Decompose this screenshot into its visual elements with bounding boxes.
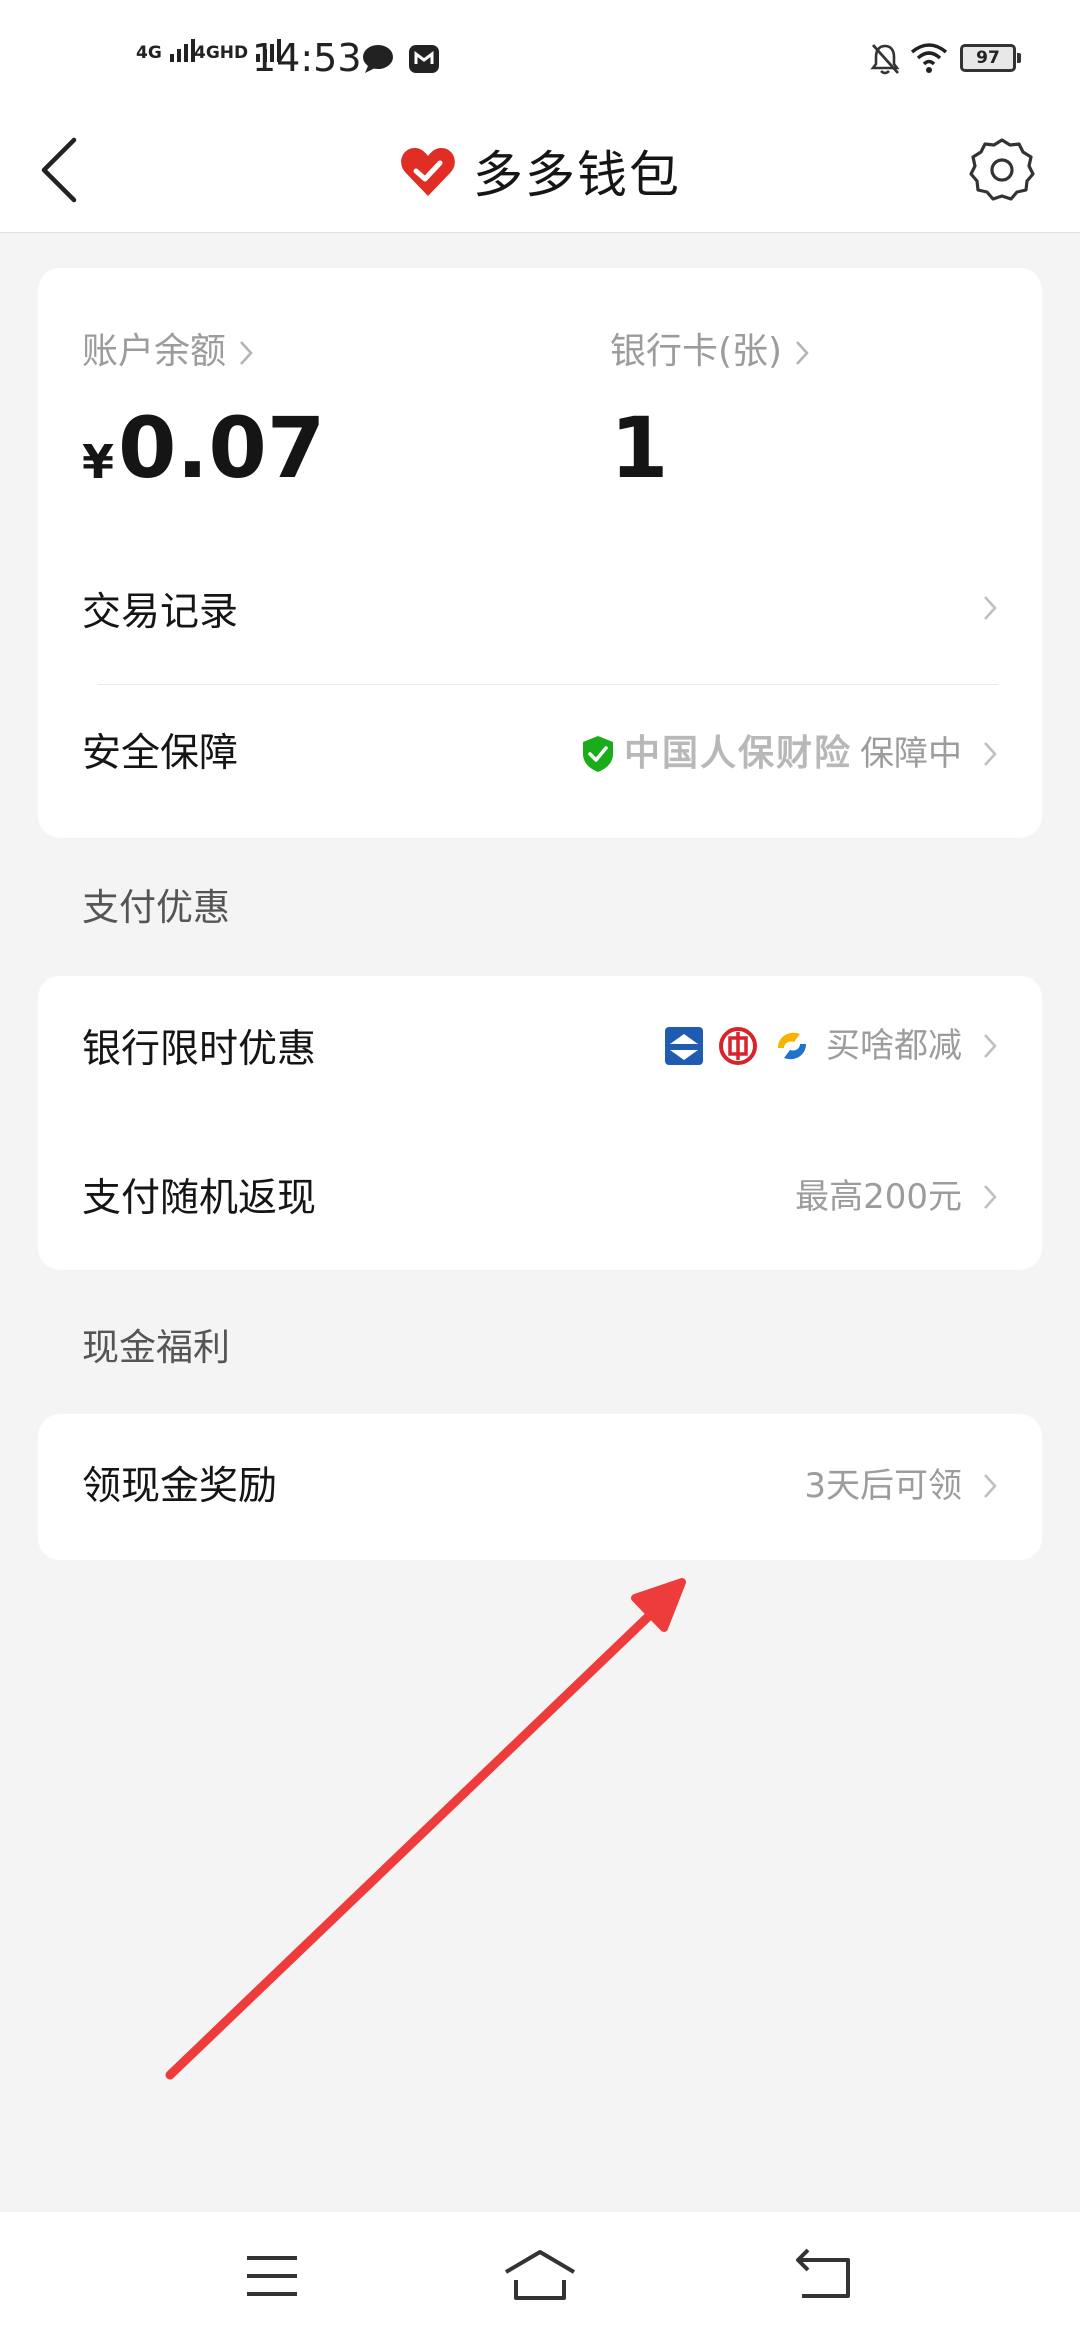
cash-benefits-card: 领现金奖励 3天后可领 xyxy=(38,1414,1042,1560)
bank-cards-block[interactable]: 银行卡(张) 1 xyxy=(568,268,1042,528)
cash-benefits-title: 现金福利 xyxy=(82,1326,230,1369)
title-group: 多多钱包 xyxy=(0,110,1080,232)
cashback-label: 支付随机返现 xyxy=(82,1176,317,1221)
status-bar: 4G 4GHD 14:53 97 xyxy=(0,0,1080,110)
cashback-text: 最高200元 xyxy=(795,1177,962,1217)
system-navigation-bar xyxy=(0,2212,1080,2340)
signal-bars-icon xyxy=(169,39,195,62)
balance-value: ¥0.07 xyxy=(82,398,325,498)
cash-reward-text: 3天后可领 xyxy=(804,1466,962,1506)
message-app-icon xyxy=(409,45,439,73)
chevron-right-icon xyxy=(240,341,253,365)
bank-cards-label-text: 银行卡(张) xyxy=(610,331,783,372)
system-back-button[interactable] xyxy=(774,2236,874,2316)
home-button[interactable] xyxy=(490,2236,590,2316)
cashback-right: 最高200元 xyxy=(795,1177,998,1217)
home-icon xyxy=(504,2250,576,2300)
chevron-right-icon xyxy=(984,1034,997,1058)
menu-icon xyxy=(247,2256,297,2296)
transactions-label: 交易记录 xyxy=(82,590,239,635)
battery-icon: 97 xyxy=(960,44,1021,72)
chevron-right-icon xyxy=(984,1185,997,1209)
status-time: 14:53 xyxy=(252,36,362,80)
cashback-row[interactable]: 支付随机返现 最高200元 xyxy=(38,1123,1042,1270)
bank-yellow-blue-icon xyxy=(778,1032,806,1060)
balance-block[interactable]: 账户余额 ¥0.07 xyxy=(38,268,538,528)
cash-reward-label: 领现金奖励 xyxy=(82,1464,278,1509)
bank-red-icon xyxy=(719,1027,757,1065)
transactions-row[interactable]: 交易记录 xyxy=(38,548,1042,678)
bank-cards-label: 银行卡(张) xyxy=(610,332,810,372)
cash-reward-row[interactable]: 领现金奖励 3天后可领 xyxy=(38,1414,1042,1560)
network-indicator-1: 4G xyxy=(136,38,196,62)
currency-symbol: ¥ xyxy=(82,435,115,489)
chevron-right-icon xyxy=(984,742,997,766)
chevron-right-icon xyxy=(984,596,997,620)
wifi-icon xyxy=(910,43,948,73)
security-label: 安全保障 xyxy=(82,731,239,776)
battery-level: 97 xyxy=(976,48,1000,68)
menu-button[interactable] xyxy=(222,2236,322,2316)
back-icon xyxy=(796,2248,850,2298)
chat-bubble-icon xyxy=(363,45,393,73)
account-card: 账户余额 ¥0.07 银行卡(张) 1 交易记录 安全保障 中国人保财险 保障中 xyxy=(38,268,1042,838)
insurer-name: 中国人保财险 xyxy=(623,733,852,774)
chevron-right-icon xyxy=(984,1474,997,1498)
bank-cards-count: 1 xyxy=(610,399,669,497)
security-right: 中国人保财险 保障中 xyxy=(580,734,998,774)
transactions-right xyxy=(962,593,998,623)
security-row[interactable]: 安全保障 中国人保财险 保障中 xyxy=(38,688,1042,823)
red-heart-check-logo xyxy=(401,148,455,196)
chevron-right-icon xyxy=(796,341,809,365)
network-1-label: 4G xyxy=(136,43,162,63)
page-title: 多多钱包 xyxy=(473,146,681,204)
settings-button[interactable] xyxy=(962,130,1042,210)
bell-off-icon xyxy=(870,44,900,75)
green-shield-check-icon xyxy=(582,736,613,772)
network-2-label: 4GHD xyxy=(194,43,249,63)
cash-reward-right: 3天后可领 xyxy=(804,1466,998,1506)
security-status: 保障中 xyxy=(860,734,962,774)
navigation-bar: 多多钱包 xyxy=(0,110,1080,233)
row-divider xyxy=(98,684,998,685)
bank-offer-row[interactable]: 银行限时优惠 买啥都减 xyxy=(38,976,1042,1123)
bank-offer-label: 银行限时优惠 xyxy=(82,1027,317,1072)
payment-offers-card: 银行限时优惠 买啥都减 支付随机返现 最高200元 xyxy=(38,976,1042,1270)
gear-icon xyxy=(969,138,1035,201)
payment-offers-title: 支付优惠 xyxy=(82,886,230,929)
balance-label: 账户余额 xyxy=(82,332,254,372)
balance-amount: 0.07 xyxy=(118,399,326,497)
bank-offer-text: 买啥都减 xyxy=(826,1026,962,1066)
bank-blue-icon xyxy=(665,1027,703,1065)
balance-label-text: 账户余额 xyxy=(82,331,227,372)
bank-offer-right: 买啥都减 xyxy=(664,1026,998,1066)
